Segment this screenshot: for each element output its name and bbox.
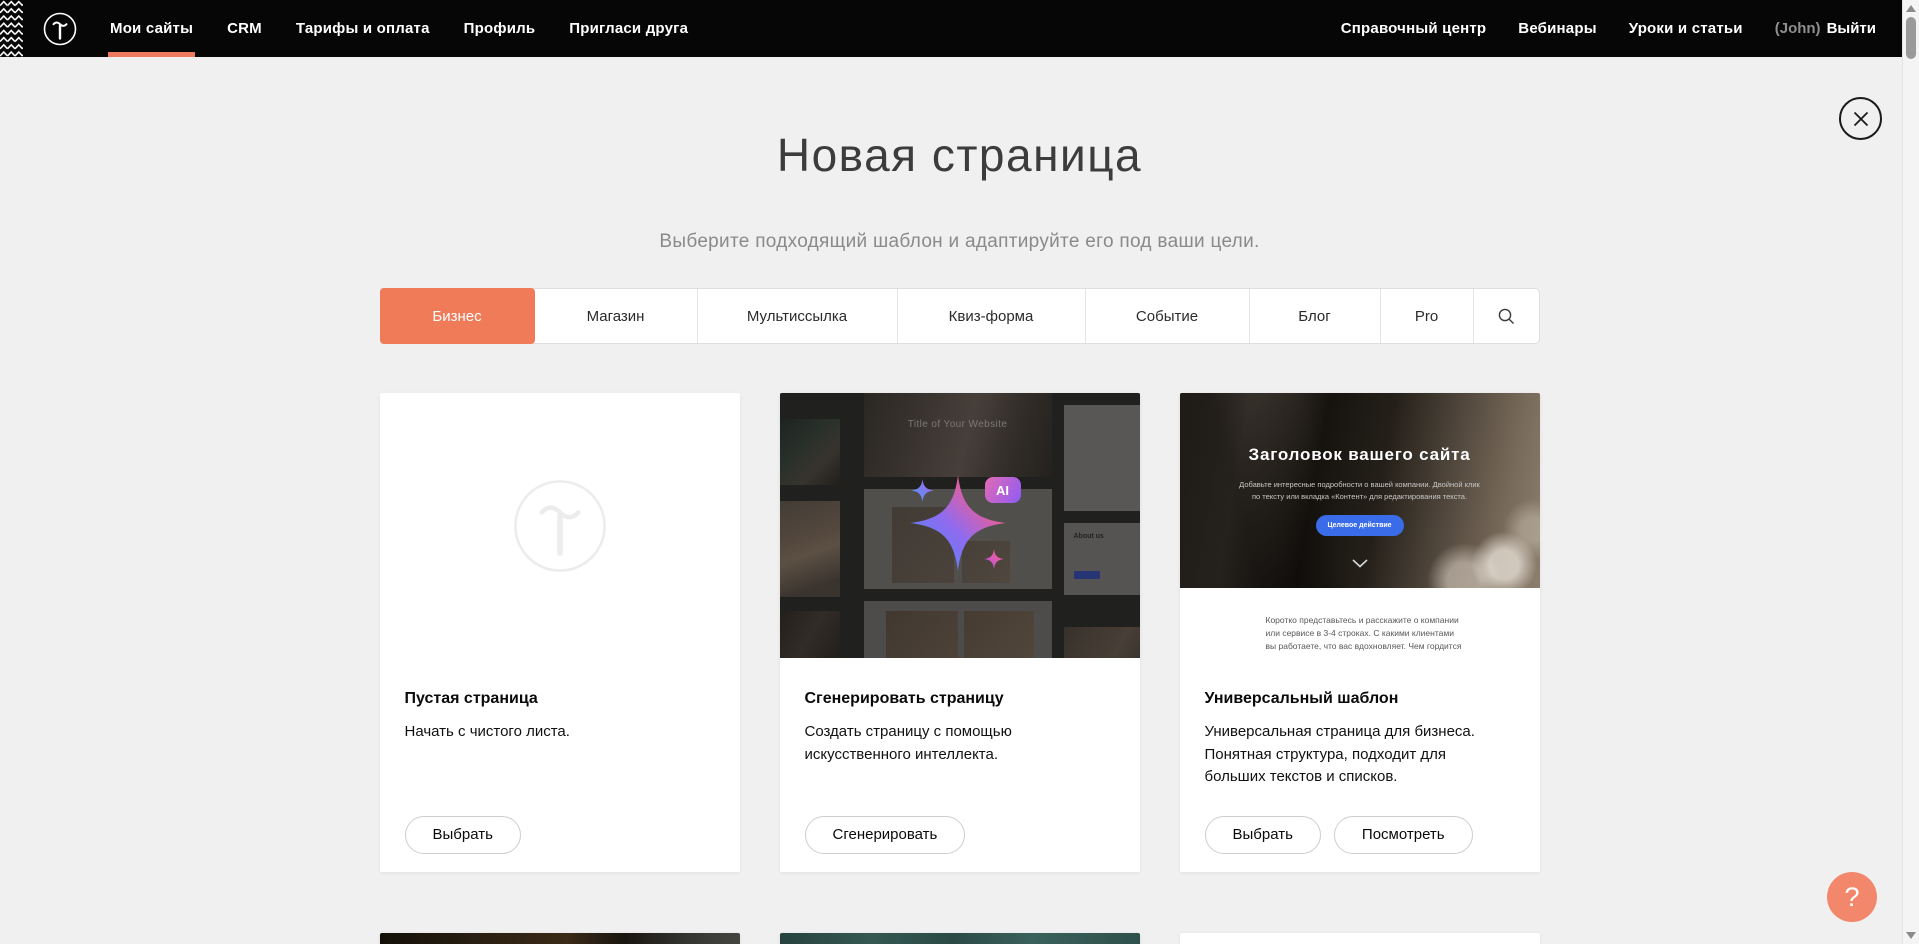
card-ai-generate[interactable]: Title of Your Website About us <box>780 393 1140 872</box>
tab-pro[interactable]: Pro <box>1381 289 1474 343</box>
blank-page-preview <box>380 393 740 658</box>
nav-item-webinars[interactable]: Вебинары <box>1502 20 1612 37</box>
card-blank-page[interactable]: Пустая страница Начать с чистого листа. … <box>380 393 740 872</box>
card-description: Создать страницу с помощью искусственног… <box>805 721 1105 766</box>
card-next-row[interactable] <box>380 933 740 944</box>
card-universal-template[interactable]: Заголовок вашего сайта Добавьте интересн… <box>1180 393 1540 872</box>
card-description: Начать с чистого листа. <box>405 721 705 744</box>
universal-template-preview: Заголовок вашего сайта Добавьте интересн… <box>1180 393 1540 658</box>
view-button[interactable]: Посмотреть <box>1334 816 1473 854</box>
nav-item-my-sites[interactable]: Мои сайты <box>93 0 210 57</box>
nav-item-profile[interactable]: Профиль <box>447 0 553 57</box>
tab-multilink[interactable]: Мультиссылка <box>698 289 898 343</box>
new-page-dialog: Новая страница Выберите подходящий шабло… <box>0 0 1919 944</box>
nav-item-help-center[interactable]: Справочный центр <box>1325 20 1503 37</box>
navbar-menu: Мои сайты CRM Тарифы и оплата Профиль Пр… <box>93 0 705 57</box>
nav-item-invite-friend[interactable]: Пригласи друга <box>552 0 705 57</box>
user-logout[interactable]: (John) Выйти <box>1759 20 1876 37</box>
close-icon <box>1851 109 1871 129</box>
tab-blog[interactable]: Блог <box>1250 289 1381 343</box>
tab-search[interactable] <box>1474 289 1539 343</box>
navbar-right-menu: Справочный центр Вебинары Уроки и статьи… <box>1325 20 1902 37</box>
nav-item-tariffs[interactable]: Тарифы и оплата <box>279 0 447 57</box>
template-body: Коротко представьтесь и расскажите о ком… <box>1180 588 1540 658</box>
card-preview-partial <box>780 933 1140 944</box>
scrollbar-down-icon[interactable] <box>1906 932 1916 939</box>
page-subtitle: Выберите подходящий шаблон и адаптируйте… <box>0 231 1919 253</box>
top-navbar: Мои сайты CRM Тарифы и оплата Профиль Пр… <box>0 0 1902 57</box>
card-description: Универсальная страница для бизнеса. Поня… <box>1205 721 1505 789</box>
card-next-row[interactable] <box>780 933 1140 944</box>
left-edge-zigzag-pattern <box>0 0 23 57</box>
tilda-watermark-icon <box>512 478 608 574</box>
card-title: Универсальный шаблон <box>1205 690 1515 708</box>
card-title: Сгенерировать страницу <box>805 690 1115 708</box>
card-preview-partial <box>380 933 740 944</box>
logout-link[interactable]: Выйти <box>1827 20 1876 37</box>
vertical-scrollbar[interactable] <box>1902 0 1919 944</box>
card-title: Пустая страница <box>405 690 715 708</box>
generate-button[interactable]: Сгенерировать <box>805 816 966 854</box>
ai-sparkle-icon <box>780 393 1140 658</box>
scrollbar-thumb[interactable] <box>1906 17 1916 59</box>
template-cards-grid: Пустая страница Начать с чистого листа. … <box>380 393 1540 944</box>
template-category-tabs: Бизнес Магазин Мультиссылка Квиз-форма С… <box>380 288 1540 344</box>
select-button[interactable]: Выбрать <box>405 816 521 854</box>
tab-shop[interactable]: Магазин <box>535 289 698 343</box>
tab-business[interactable]: Бизнес <box>380 288 535 344</box>
ai-collage-preview: Title of Your Website About us <box>780 393 1140 658</box>
template-body-text: Коротко представьтесь и расскажите о ком… <box>1266 614 1462 658</box>
template-hero: Заголовок вашего сайта Добавьте интересн… <box>1180 393 1540 588</box>
tab-quiz-form[interactable]: Квиз-форма <box>898 289 1086 343</box>
nav-item-lessons[interactable]: Уроки и статьи <box>1613 20 1759 37</box>
tab-event[interactable]: Событие <box>1086 289 1250 343</box>
tilda-logo-icon[interactable] <box>43 12 77 46</box>
chevron-down-icon <box>1352 559 1368 568</box>
user-name: (John) <box>1775 20 1821 37</box>
ai-badge: AI <box>985 477 1021 503</box>
select-button[interactable]: Выбрать <box>1205 816 1321 854</box>
template-hero-title: Заголовок вашего сайта <box>1180 445 1540 465</box>
page-title: Новая страница <box>0 128 1919 183</box>
nav-item-crm[interactable]: CRM <box>210 0 279 57</box>
close-button[interactable] <box>1839 97 1882 140</box>
card-preview-partial <box>1180 933 1540 944</box>
scrollbar-up-icon[interactable] <box>1906 5 1916 12</box>
search-icon <box>1497 307 1516 326</box>
help-button[interactable]: ? <box>1827 872 1877 922</box>
card-next-row[interactable] <box>1180 933 1540 944</box>
template-hero-subtitle: Добавьте интересные подробности о вашей … <box>1235 479 1485 503</box>
template-hero-button: Целевое действие <box>1316 515 1404 536</box>
